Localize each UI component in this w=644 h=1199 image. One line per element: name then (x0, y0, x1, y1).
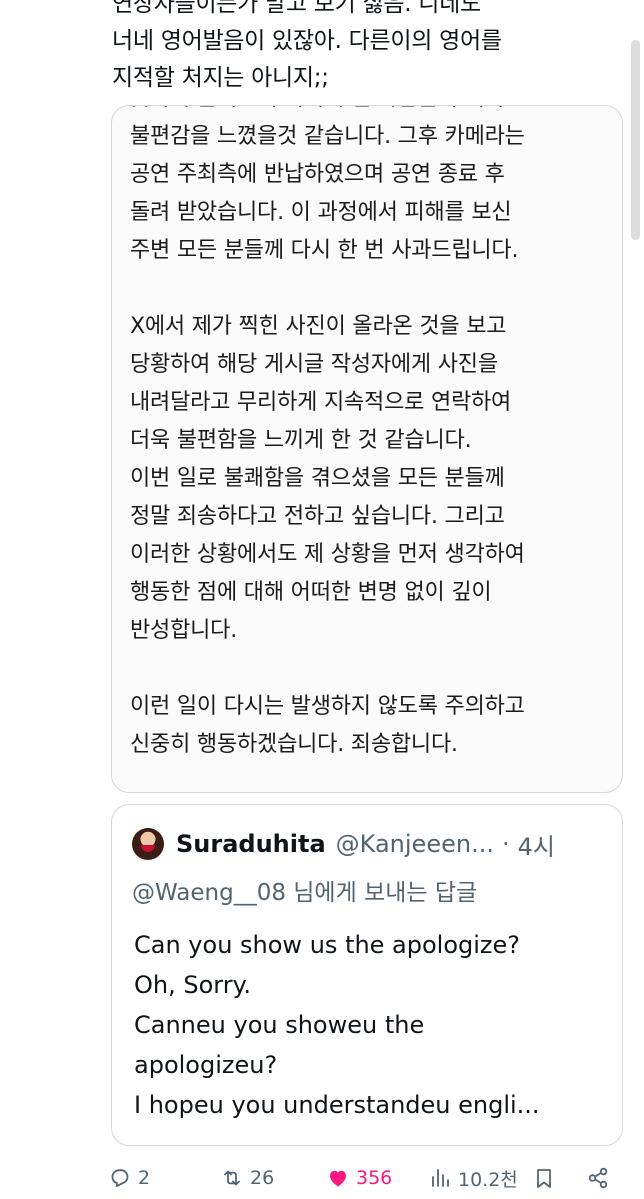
statement-image[interactable]: 곳까지 들어오게 되어 주변 사람들이 더욱 불편감을 느꼈을것 같습니다. 그… (111, 105, 623, 793)
statement-line: 정말 죄송하다고 전하고 싶습니다. 그리고 (130, 504, 505, 529)
tweet-actions: 2 26 356 10.2천 (108, 1160, 618, 1196)
bookmark-icon (537, 1169, 551, 1188)
avatar[interactable] (132, 828, 164, 860)
bookmark-button[interactable] (532, 1160, 556, 1196)
statement-line: 곳까지 들어오게 되어 주변 사람들이 더욱 (130, 106, 618, 118)
scrollbar[interactable] (631, 40, 640, 240)
statement-line: 불편감을 느꼈을것 같습니다. 그후 카메라는 (130, 124, 525, 149)
reply-icon (111, 1169, 129, 1187)
quoted-author-handle[interactable]: @Kanjeeen... (336, 830, 494, 858)
views-icon (432, 1169, 449, 1187)
statement-line: X에서 제가 찍힌 사진이 올라온 것을 보고 (130, 314, 507, 339)
share-icon (588, 1167, 608, 1189)
views-button[interactable]: 10.2천 (428, 1160, 518, 1196)
statement-line: 신중히 행동하겠습니다. 죄송합니다. (130, 732, 458, 757)
quoted-line: apologizeu? (134, 1051, 278, 1079)
quoted-line: Can you show us the apologize? (134, 931, 521, 959)
statement-line: 내려달라고 무리하게 지속적으로 연락하여 (130, 390, 512, 415)
like-count: 356 (356, 1167, 393, 1189)
separator-dot: · (501, 830, 510, 858)
like-button[interactable]: 356 (326, 1160, 392, 1196)
retweet-icon (224, 1170, 240, 1186)
quoted-line: I hopeu you understandeu engli... (134, 1091, 540, 1119)
heart-icon (330, 1170, 346, 1187)
reply-button[interactable]: 2 (108, 1160, 150, 1196)
view-count: 10.2천 (458, 1168, 518, 1191)
statement-line: 이러한 상황에서도 제 상황을 먼저 생각하여 (130, 542, 525, 567)
tweet-text: 연장자들이든가 말고 보기 싫음. 니네도 너네 영어발음이 있잖아. 다른이의… (112, 0, 612, 97)
statement-line: 더욱 불편함을 느끼게 한 것 같습니다. (130, 428, 472, 453)
statement-text: 곳까지 들어오게 되어 주변 사람들이 더욱 불편감을 느꼈을것 같습니다. 그… (130, 106, 618, 764)
statement-line: 당황하여 해당 게시글 작성자에게 사진을 (130, 352, 498, 377)
retweet-button[interactable]: 26 (220, 1160, 274, 1196)
quoted-tweet[interactable]: Suraduhita @Kanjeeen... · 4시 @Waeng__08 … (111, 804, 623, 1146)
statement-line: 반성합니다. (130, 618, 237, 643)
reply-to-label[interactable]: @Waeng__08 님에게 보내는 답글 (132, 873, 477, 907)
statement-line (130, 650, 618, 688)
quoted-author-name[interactable]: Suraduhita (176, 830, 326, 858)
quoted-tweet-body: Can you show us the apologize? Oh, Sorry… (134, 925, 604, 1125)
share-button[interactable] (586, 1160, 610, 1196)
quoted-line: Canneu you showeu the (134, 1011, 425, 1039)
statement-line: 돌려 받았습니다. 이 과정에서 피해를 보신 (130, 200, 512, 225)
tweet-view: 연장자들이든가 말고 보기 싫음. 니네도 너네 영어발음이 있잖아. 다른이의… (0, 0, 644, 1199)
quoted-line: Oh, Sorry. (134, 971, 251, 999)
statement-line: 이번 일로 불쾌함을 겪으셨을 모든 분들께 (130, 466, 505, 491)
statement-line: 이런 일이 다시는 발생하지 않도록 주의하고 (130, 694, 525, 719)
retweet-count: 26 (250, 1167, 275, 1189)
quoted-tweet-header: Suraduhita @Kanjeeen... · 4시 (132, 827, 610, 861)
statement-line (130, 270, 618, 308)
statement-line: 행동한 점에 대해 어떠한 변명 없이 깊이 (130, 580, 492, 605)
quoted-timestamp[interactable]: 4시 (518, 827, 555, 862)
tweet-line: 너네 영어발음이 있잖아. 다른이의 영어를 (112, 28, 502, 54)
reply-count: 2 (138, 1167, 151, 1189)
tweet-line: 지적할 처지는 아니지;; (112, 65, 329, 91)
statement-line: 주변 모든 분들께 다시 한 번 사과드립니다. (130, 238, 519, 263)
statement-line: 공연 주최측에 반납하였으며 공연 종료 후 (130, 162, 505, 187)
tweet-line: 연장자들이든가 말고 보기 싫음. 니네도 (112, 0, 481, 17)
